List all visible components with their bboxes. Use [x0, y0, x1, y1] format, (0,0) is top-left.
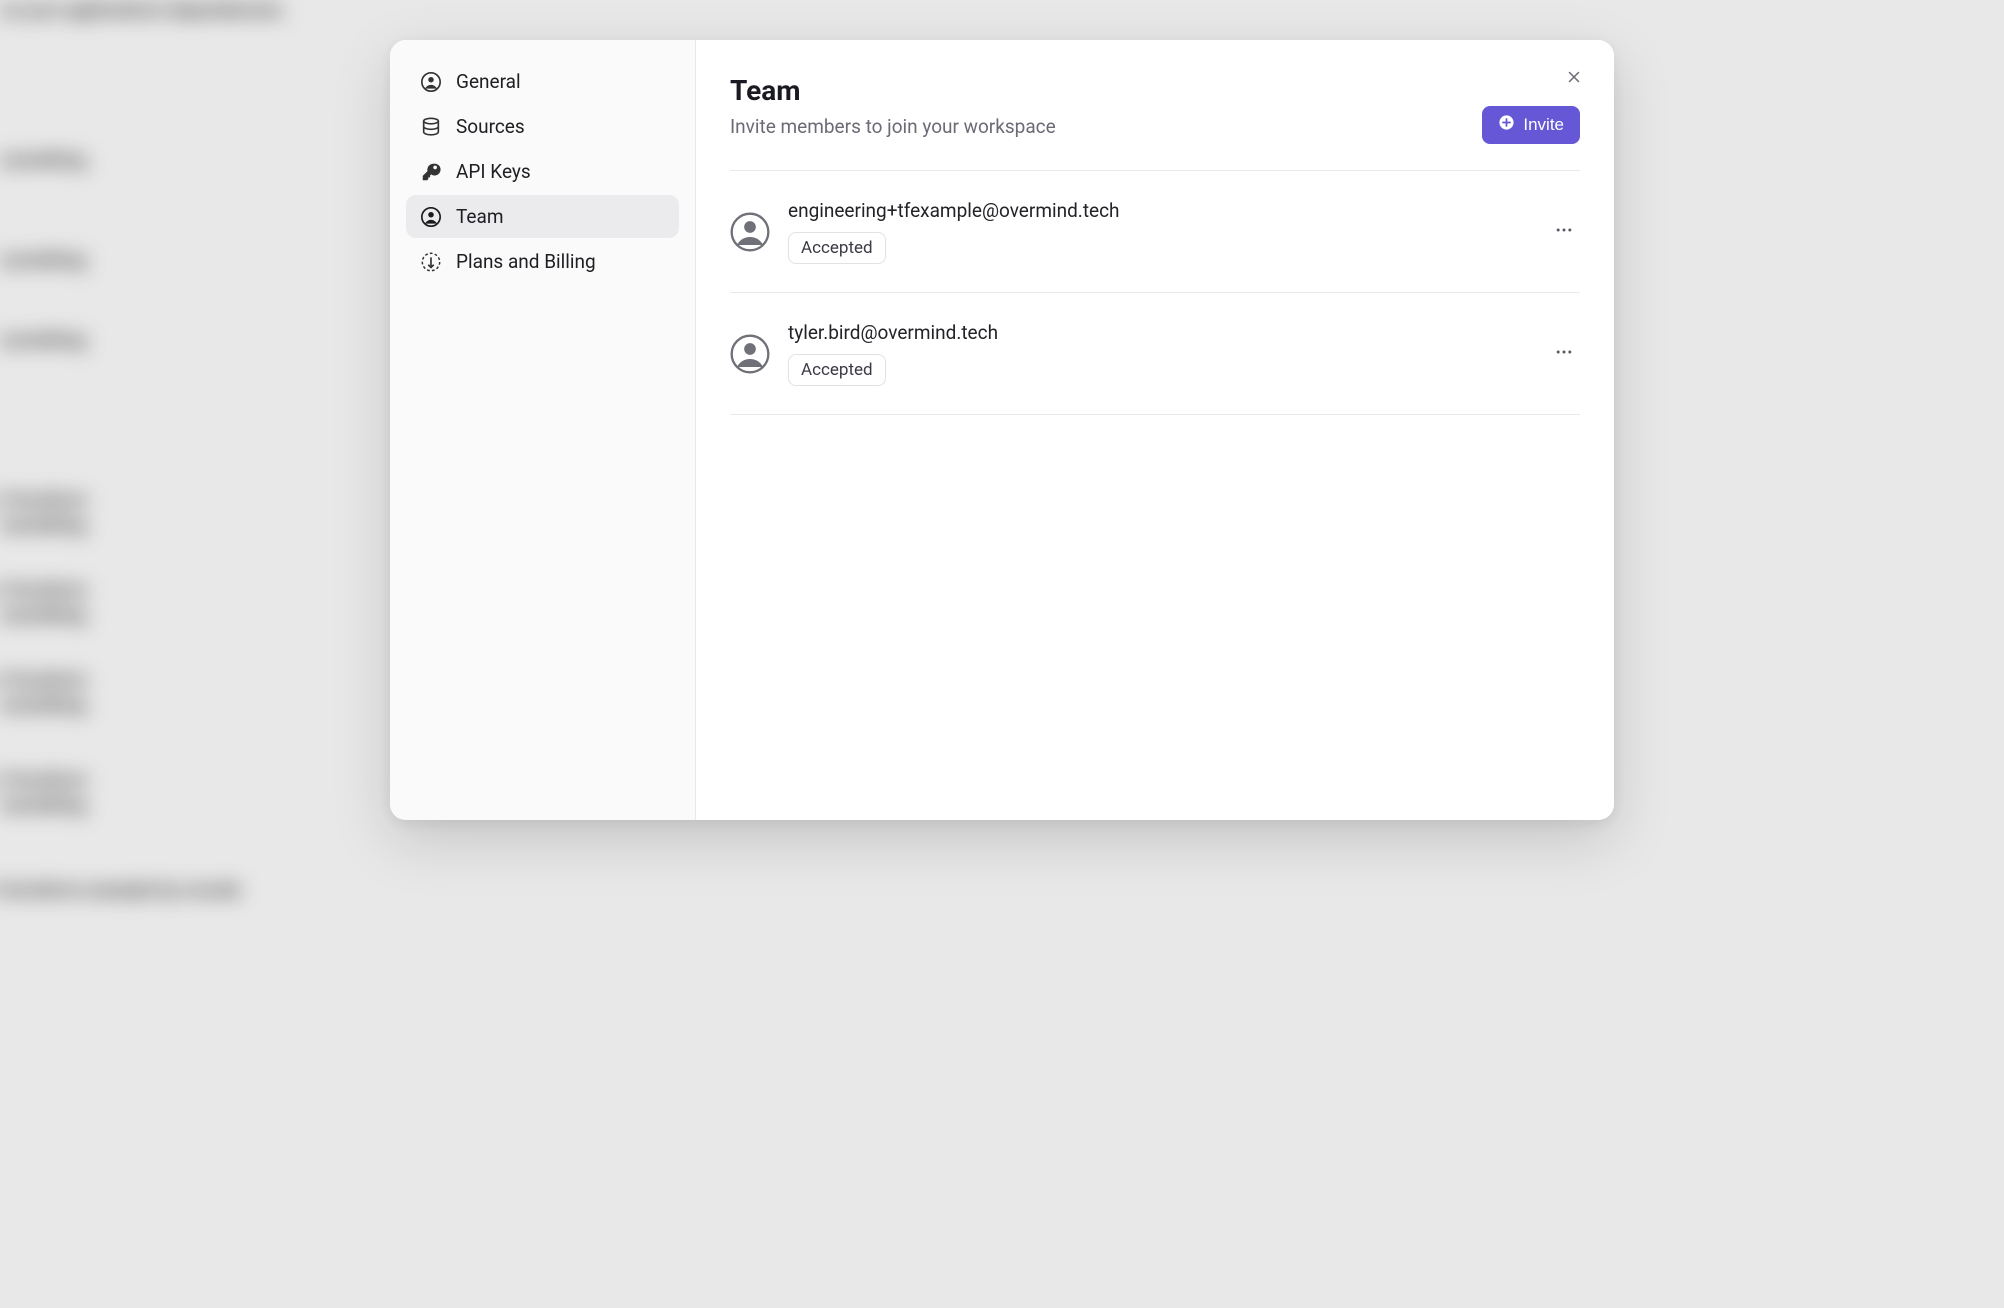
- sidebar-item-general[interactable]: General: [406, 60, 679, 103]
- database-icon: [420, 116, 442, 138]
- status-badge: Accepted: [788, 232, 886, 264]
- member-list: engineering+tfexample@overmind.tech Acce…: [730, 171, 1580, 415]
- sidebar-item-plans-billing[interactable]: Plans and Billing: [406, 240, 679, 283]
- sidebar-item-team[interactable]: Team: [406, 195, 679, 238]
- invite-button-label: Invite: [1523, 115, 1564, 135]
- member-more-button[interactable]: [1548, 336, 1580, 371]
- status-badge: Accepted: [788, 354, 886, 386]
- avatar: [730, 334, 770, 374]
- settings-modal: General Sources API Keys: [390, 40, 1614, 820]
- sidebar-item-label: Plans and Billing: [456, 250, 596, 273]
- avatar: [730, 212, 770, 252]
- page-subtitle: Invite members to join your workspace: [730, 115, 1056, 138]
- member-row: tyler.bird@overmind.tech Accepted: [730, 293, 1580, 415]
- person-circle-icon: [420, 71, 442, 93]
- invite-button[interactable]: Invite: [1482, 106, 1580, 144]
- more-horizontal-icon: [1554, 220, 1574, 243]
- close-icon: [1565, 68, 1583, 89]
- sidebar-item-api-keys[interactable]: API Keys: [406, 150, 679, 193]
- page-header: Team Invite members to join your workspa…: [730, 74, 1580, 144]
- key-icon: [420, 161, 442, 183]
- sidebar-item-label: API Keys: [456, 160, 531, 183]
- member-more-button[interactable]: [1548, 214, 1580, 249]
- settings-main: Team Invite members to join your workspa…: [696, 40, 1614, 820]
- member-email: engineering+tfexample@overmind.tech: [788, 199, 1548, 222]
- page-title: Team: [730, 74, 1056, 107]
- member-row: engineering+tfexample@overmind.tech Acce…: [730, 171, 1580, 293]
- more-horizontal-icon: [1554, 342, 1574, 365]
- settings-sidebar: General Sources API Keys: [390, 40, 696, 820]
- sidebar-item-label: Team: [456, 205, 504, 228]
- sidebar-item-label: General: [456, 70, 521, 93]
- sidebar-item-label: Sources: [456, 115, 525, 138]
- plus-circle-icon: [1498, 114, 1515, 136]
- sidebar-item-sources[interactable]: Sources: [406, 105, 679, 148]
- member-email: tyler.bird@overmind.tech: [788, 321, 1548, 344]
- person-circle-icon: [420, 206, 442, 228]
- close-button[interactable]: [1560, 64, 1588, 92]
- billing-icon: [420, 251, 442, 273]
